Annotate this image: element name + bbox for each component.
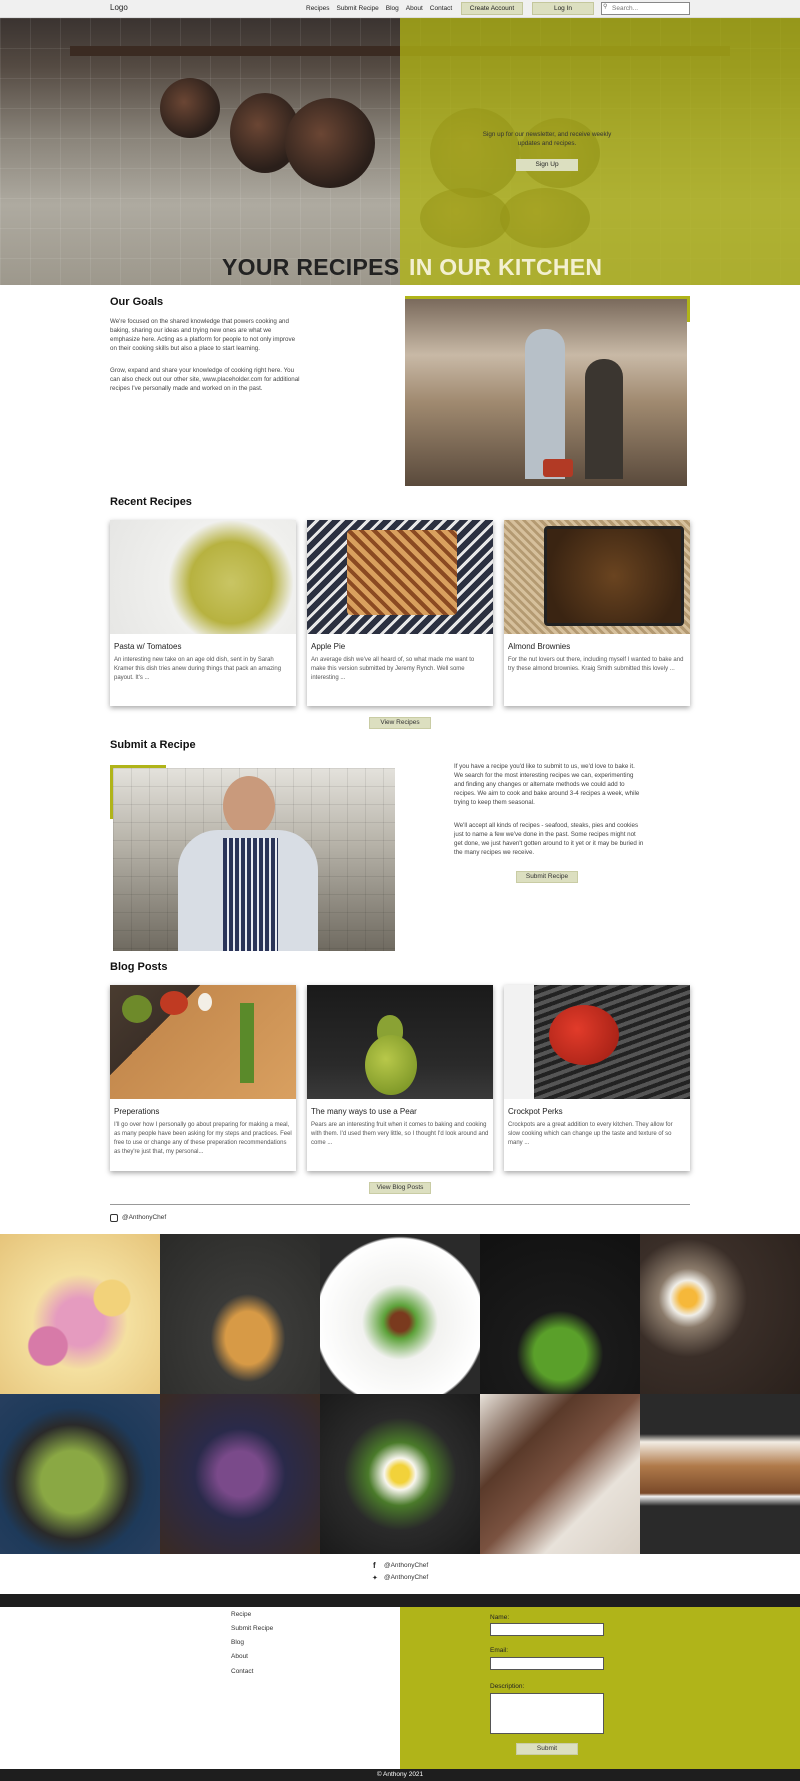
blog-title[interactable]: Preperations: [114, 1107, 159, 1116]
blog-excerpt: Pears are an interesting fruit when it c…: [311, 1122, 489, 1146]
newsletter-overlay: [400, 18, 800, 285]
nav-link-blog[interactable]: Blog: [386, 5, 399, 12]
nav-link-about[interactable]: About: [406, 5, 423, 12]
blog-card[interactable]: Crockpot Perks Crockpots are a great add…: [504, 985, 690, 1171]
gallery-brownie-slices-image[interactable]: [480, 1394, 640, 1554]
chef-image: [113, 768, 395, 951]
hero-title-right: IN OUR KITCHEN: [409, 254, 603, 280]
search-icon: ⚲: [603, 4, 608, 10]
view-recipes-button[interactable]: View Recipes: [369, 717, 431, 729]
nav-link-submit-recipe[interactable]: Submit Recipe: [336, 5, 378, 12]
goals-paragraph-2: Grow, expand and share your knowledge of…: [110, 367, 300, 392]
recipe-card[interactable]: Apple Pie An average dish we've all hear…: [307, 520, 493, 706]
blog-title[interactable]: Crockpot Perks: [508, 1107, 563, 1116]
copyright: © Anthony 2021: [0, 1769, 800, 1781]
divider: [110, 1204, 690, 1205]
submit-paragraph-2: We'll accept all kinds of recipes - seaf…: [454, 822, 644, 856]
search-input[interactable]: [601, 2, 690, 15]
blog-excerpt: I'll go over how I personally go about p…: [114, 1122, 292, 1155]
footer-link-about[interactable]: About: [231, 1653, 248, 1660]
pasta-image: [110, 520, 296, 634]
footer-links-panel: [0, 1607, 400, 1769]
gallery-eggs-bacon-image[interactable]: [640, 1234, 800, 1394]
email-label: Email:: [490, 1647, 509, 1654]
blog-card[interactable]: The many ways to use a Pear Pears are an…: [307, 985, 493, 1171]
gallery-broccoli-image[interactable]: [480, 1234, 640, 1394]
recipe-card[interactable]: Almond Brownies For the nut lovers out t…: [504, 520, 690, 706]
footer-link-blog[interactable]: Blog: [231, 1639, 244, 1646]
description-label: Description:: [490, 1683, 525, 1690]
gallery-cupcakes-image[interactable]: [160, 1394, 320, 1554]
gallery-pancakes-image[interactable]: [160, 1234, 320, 1394]
submit-recipe-heading: Submit a Recipe: [110, 739, 196, 751]
goals-paragraph-1: We're focused on the shared knowledge th…: [110, 318, 296, 352]
newsletter-text: Sign up for our newsletter, and receive …: [482, 131, 612, 147]
pear-image: [307, 985, 493, 1099]
logo[interactable]: Logo: [110, 3, 128, 12]
footer-top-bar: [0, 1594, 800, 1607]
view-blog-posts-button[interactable]: View Blog Posts: [369, 1182, 431, 1194]
gallery-salad-image[interactable]: [0, 1394, 160, 1554]
name-label: Name:: [490, 1614, 510, 1621]
create-account-button[interactable]: Create Account: [461, 2, 523, 15]
gallery-meatballs-image[interactable]: [320, 1234, 480, 1394]
blog-title[interactable]: The many ways to use a Pear: [311, 1107, 417, 1116]
submit-paragraph-1: If you have a recipe you'd like to submi…: [454, 763, 640, 806]
nav-link-contact[interactable]: Contact: [430, 5, 452, 12]
recipe-card[interactable]: Pasta w/ Tomatoes An interesting new tak…: [110, 520, 296, 706]
facebook-handle[interactable]: @AnthonyChef: [384, 1562, 428, 1569]
gallery-egg-bowl-image[interactable]: [320, 1394, 480, 1554]
recipe-excerpt: For the nut lovers out there, including …: [508, 657, 684, 672]
footer-link-contact[interactable]: Contact: [231, 1668, 253, 1675]
recipe-title[interactable]: Almond Brownies: [508, 642, 570, 651]
recipe-excerpt: An average dish we've all heard of, so w…: [311, 657, 475, 681]
accent-bar: [687, 296, 690, 322]
instagram-handle[interactable]: @AnthonyChef: [122, 1214, 166, 1221]
name-field[interactable]: [490, 1623, 604, 1636]
preparations-image: [110, 985, 296, 1099]
top-nav: Logo Recipes Submit Recipe Blog About Co…: [0, 0, 800, 18]
recipe-excerpt: An interesting new take on an age old di…: [114, 657, 282, 681]
twitter-icon[interactable]: ✦: [372, 1574, 378, 1582]
hero-banner: Sign up for our newsletter, and receive …: [0, 18, 800, 285]
footer-submit-button[interactable]: Submit: [516, 1743, 578, 1755]
blog-heading: Blog Posts: [110, 961, 168, 973]
couple-cooking-image: [405, 299, 687, 486]
nav-link-recipes[interactable]: Recipes: [306, 5, 329, 12]
footer-link-recipe[interactable]: Recipe: [231, 1611, 251, 1618]
nav-links: Recipes Submit Recipe Blog About Contact: [306, 5, 452, 12]
submit-recipe-button[interactable]: Submit Recipe: [516, 871, 578, 883]
pan-image: [160, 78, 220, 138]
description-field[interactable]: [490, 1693, 604, 1734]
recipe-title[interactable]: Apple Pie: [311, 642, 345, 651]
page: Logo Recipes Submit Recipe Blog About Co…: [0, 0, 800, 1781]
crockpot-image: [504, 985, 690, 1099]
hero-title-left: YOUR RECIPES: [222, 254, 400, 280]
pan-image: [285, 98, 375, 188]
recent-recipes-heading: Recent Recipes: [110, 496, 192, 508]
facebook-icon[interactable]: f: [373, 1561, 376, 1570]
gallery-macarons-image[interactable]: [0, 1234, 160, 1394]
twitter-handle[interactable]: @AnthonyChef: [384, 1574, 428, 1581]
email-field[interactable]: [490, 1657, 604, 1670]
instagram-icon[interactable]: [110, 1214, 118, 1222]
apple-pie-image: [307, 520, 493, 634]
blog-excerpt: Crockpots are a great addition to every …: [508, 1122, 673, 1146]
blog-card[interactable]: Preperations I'll go over how I personal…: [110, 985, 296, 1171]
recipe-title[interactable]: Pasta w/ Tomatoes: [114, 642, 181, 651]
login-button[interactable]: Log In: [532, 2, 594, 15]
gallery-layer-cake-image[interactable]: [640, 1394, 800, 1554]
signup-button[interactable]: Sign Up: [516, 159, 578, 171]
goals-heading: Our Goals: [110, 296, 164, 308]
brownies-image: [504, 520, 690, 634]
footer-link-submit-recipe[interactable]: Submit Recipe: [231, 1625, 273, 1632]
